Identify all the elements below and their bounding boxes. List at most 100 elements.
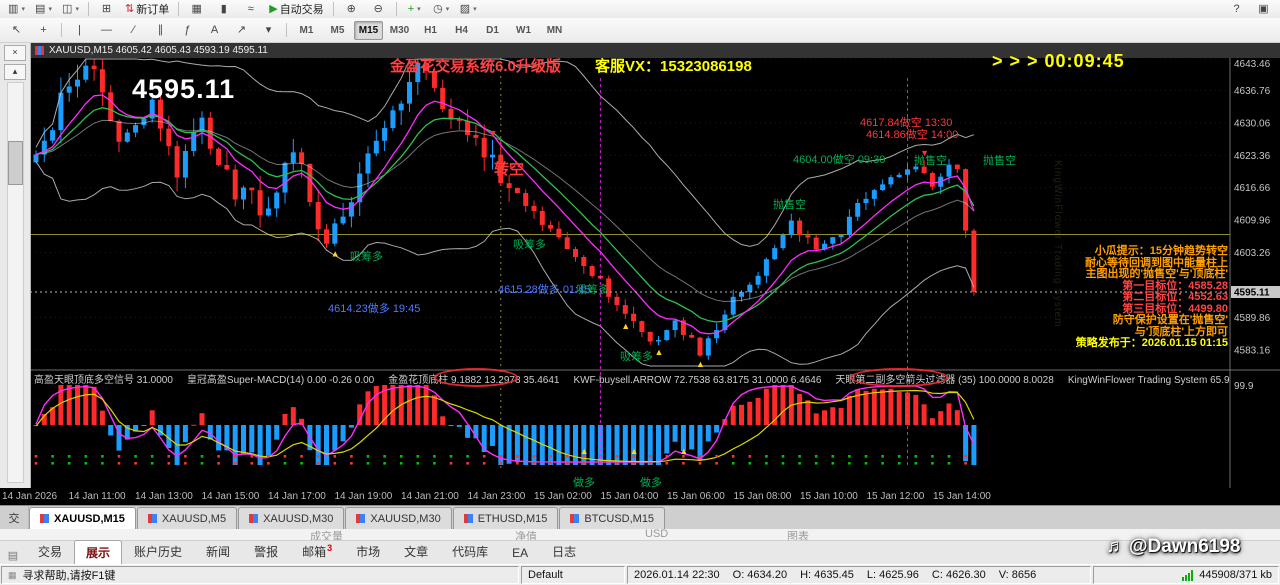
market-watch-button[interactable]: ⊞ bbox=[94, 1, 119, 18]
timeframe-button-m30[interactable]: M30 bbox=[385, 21, 414, 40]
horizontal-line-icon: — bbox=[101, 25, 112, 36]
dropdown-arrow-icon[interactable]: ▾ bbox=[48, 5, 52, 13]
cursor-button[interactable]: ↖ bbox=[4, 20, 29, 41]
text-button[interactable]: A bbox=[202, 20, 227, 41]
time-axis[interactable]: 14 Jan 202614 Jan 11:0014 Jan 13:0014 Ja… bbox=[0, 488, 1280, 505]
toolbox-tab-警报[interactable]: 警报 bbox=[242, 539, 290, 565]
timeframe-button-mn[interactable]: MN bbox=[540, 21, 569, 40]
timeframe-button-m1[interactable]: M1 bbox=[292, 21, 321, 40]
toolbox-tab-label: 账户历史 bbox=[134, 545, 182, 559]
horizontal-line-button[interactable]: — bbox=[94, 20, 119, 41]
vertical-scrollbar[interactable] bbox=[7, 82, 24, 483]
help-button[interactable]: ? bbox=[1224, 1, 1249, 18]
indicators-icon: + bbox=[408, 4, 414, 15]
connection-status-icon[interactable] bbox=[1182, 570, 1193, 581]
toolbar-separator bbox=[286, 23, 287, 37]
price-scale-label: 4643.46 bbox=[1234, 59, 1271, 70]
toolbox-tab-label: 交易 bbox=[38, 545, 62, 559]
timeframe-button-m5[interactable]: M5 bbox=[323, 21, 352, 40]
time-axis-label: 14 Jan 15:00 bbox=[202, 491, 260, 502]
arrows-button[interactable]: ↗ bbox=[229, 20, 254, 41]
fibonacci-button[interactable]: ƒ bbox=[175, 20, 200, 41]
chart-tab[interactable]: ETHUSD,M15 bbox=[453, 507, 559, 529]
dropdown-arrow-icon[interactable]: ▾ bbox=[473, 5, 477, 13]
chart-tab-label: XAUUSD,M15 bbox=[54, 513, 125, 525]
dropdown-arrow-icon[interactable]: ▾ bbox=[417, 5, 421, 13]
chart-tab[interactable]: BTCUSD,M15 bbox=[559, 507, 665, 529]
toolbox-tab-新闻[interactable]: 新闻 bbox=[194, 539, 242, 565]
toolbox-tab-label: 日志 bbox=[552, 545, 576, 559]
layouts-button[interactable]: ◫▾ bbox=[58, 1, 83, 18]
creator-watermark: ♬ @Dawn6198 bbox=[1106, 536, 1240, 558]
chart-line-button[interactable]: ≈ bbox=[238, 1, 263, 18]
close-panel-button[interactable]: × bbox=[4, 45, 26, 61]
channel-button[interactable]: ∥ bbox=[148, 20, 173, 41]
signal-arrow-marker: ▲ bbox=[331, 248, 340, 258]
shapes-dropdown[interactable]: ▾ bbox=[256, 20, 281, 41]
dropdown-arrow-icon[interactable]: ▾ bbox=[21, 5, 25, 13]
toolbox-column-header: USD bbox=[645, 528, 668, 540]
dropdown-arrow-icon[interactable]: ▾ bbox=[446, 5, 450, 13]
toolbox-tab-市场[interactable]: 市场 bbox=[344, 539, 392, 565]
new-order-button[interactable]: ⇅新订单 bbox=[121, 1, 173, 18]
toolbox-tab-日志[interactable]: 日志 bbox=[540, 539, 588, 565]
time-axis-label: 15 Jan 12:00 bbox=[867, 491, 925, 502]
chart-tab[interactable]: XAUUSD,M15 bbox=[29, 507, 136, 529]
toolbox-tab-交易[interactable]: 交易 bbox=[26, 539, 74, 565]
community-button[interactable]: ▣ bbox=[1251, 1, 1276, 18]
toolbox-menu-icon[interactable]: ▤ bbox=[0, 545, 26, 565]
toolbox-tab-展示[interactable]: 展示 bbox=[74, 540, 122, 565]
time-axis-label: 15 Jan 02:00 bbox=[534, 491, 592, 502]
collapse-panel-button[interactable]: ▴ bbox=[4, 64, 26, 80]
zoom-out-button[interactable]: ⊖ bbox=[366, 1, 391, 18]
scrollbar-thumb[interactable] bbox=[8, 141, 23, 185]
indicators-button[interactable]: +▾ bbox=[402, 1, 427, 18]
toolbox-tab-代码库[interactable]: 代码库 bbox=[440, 539, 500, 565]
chart-tab-label: XAUUSD,M5 bbox=[162, 513, 226, 525]
price-chart[interactable]: ▲▲▲▲▼▼4643.464636.764630.064623.364616.6… bbox=[30, 58, 1280, 488]
chart-tab[interactable]: XAUUSD,M30 bbox=[238, 507, 344, 529]
timeframe-button-h1[interactable]: H1 bbox=[416, 21, 445, 40]
buy-arrow-marker: ▲ bbox=[630, 446, 639, 456]
market-watch-icon: ⊞ bbox=[102, 4, 111, 15]
docked-panel-stub[interactable]: 交 bbox=[0, 506, 29, 529]
toolbox-tab-邮箱[interactable]: 邮箱3 bbox=[290, 539, 344, 565]
toolbox-tab-账户历史[interactable]: 账户历史 bbox=[122, 539, 194, 565]
chart-candles-button[interactable]: ▮ bbox=[211, 1, 236, 18]
chart-titlebar[interactable]: XAUUSD,M15 4605.42 4605.43 4593.19 4595.… bbox=[30, 42, 1280, 58]
chart-tab[interactable]: XAUUSD,M5 bbox=[137, 507, 237, 529]
bar-info-segment: O: 4634.20 bbox=[733, 569, 787, 581]
autotrading-icon: ▶ bbox=[269, 4, 277, 15]
signal-arrow-marker: ▼ bbox=[489, 128, 498, 138]
zoom-in-icon: ⊕ bbox=[347, 4, 356, 15]
toolbox-tab-EA[interactable]: EA bbox=[500, 542, 540, 565]
toolbox-tab-label: 市场 bbox=[356, 545, 380, 559]
dropdown-arrow-icon[interactable]: ▾ bbox=[75, 5, 79, 13]
toolbox-tab-文章[interactable]: 文章 bbox=[392, 539, 440, 565]
chart-bars-button[interactable]: ▦ bbox=[184, 1, 209, 18]
timeframe-button-h4[interactable]: H4 bbox=[447, 21, 476, 40]
zoom-out-icon: ⊖ bbox=[374, 4, 383, 15]
chart-body: ▲▲▲▲▼▼4643.464636.764630.064623.364616.6… bbox=[30, 58, 1280, 488]
price-scale-label: 4589.86 bbox=[1234, 313, 1271, 324]
periods-button[interactable]: ◷▾ bbox=[429, 1, 454, 18]
crosshair-button[interactable]: + bbox=[31, 20, 56, 41]
price-scale-label: 4636.76 bbox=[1234, 86, 1271, 97]
status-bar: ▦ 寻求帮助,请按F1键 Default 2026.01.14 22:30O: … bbox=[0, 564, 1280, 585]
timeframe-button-m15[interactable]: M15 bbox=[354, 21, 383, 40]
vertical-line-button[interactable]: | bbox=[67, 20, 92, 41]
profiles-button[interactable]: ▤▾ bbox=[31, 1, 56, 18]
trendline-button[interactable]: ∕ bbox=[121, 20, 146, 41]
active-profile[interactable]: Default bbox=[521, 566, 625, 584]
timeframe-button-d1[interactable]: D1 bbox=[478, 21, 507, 40]
timeframe-button-w1[interactable]: W1 bbox=[509, 21, 538, 40]
autotrading-button[interactable]: ▶自动交易 bbox=[265, 1, 327, 18]
text-icon: A bbox=[211, 25, 218, 36]
templates-button[interactable]: ▨▾ bbox=[456, 1, 481, 18]
toolbox-tab-label: 文章 bbox=[404, 545, 428, 559]
chart-tab[interactable]: XAUUSD,M30 bbox=[345, 507, 451, 529]
watermark-handle: @Dawn6198 bbox=[1129, 536, 1240, 558]
toolbox-tabs-list: 交易展示账户历史新闻警报邮箱3 市场 文章代码库EA 日志 bbox=[26, 541, 588, 565]
new-chart-button[interactable]: ▥▾ bbox=[4, 1, 29, 18]
zoom-in-button[interactable]: ⊕ bbox=[339, 1, 364, 18]
